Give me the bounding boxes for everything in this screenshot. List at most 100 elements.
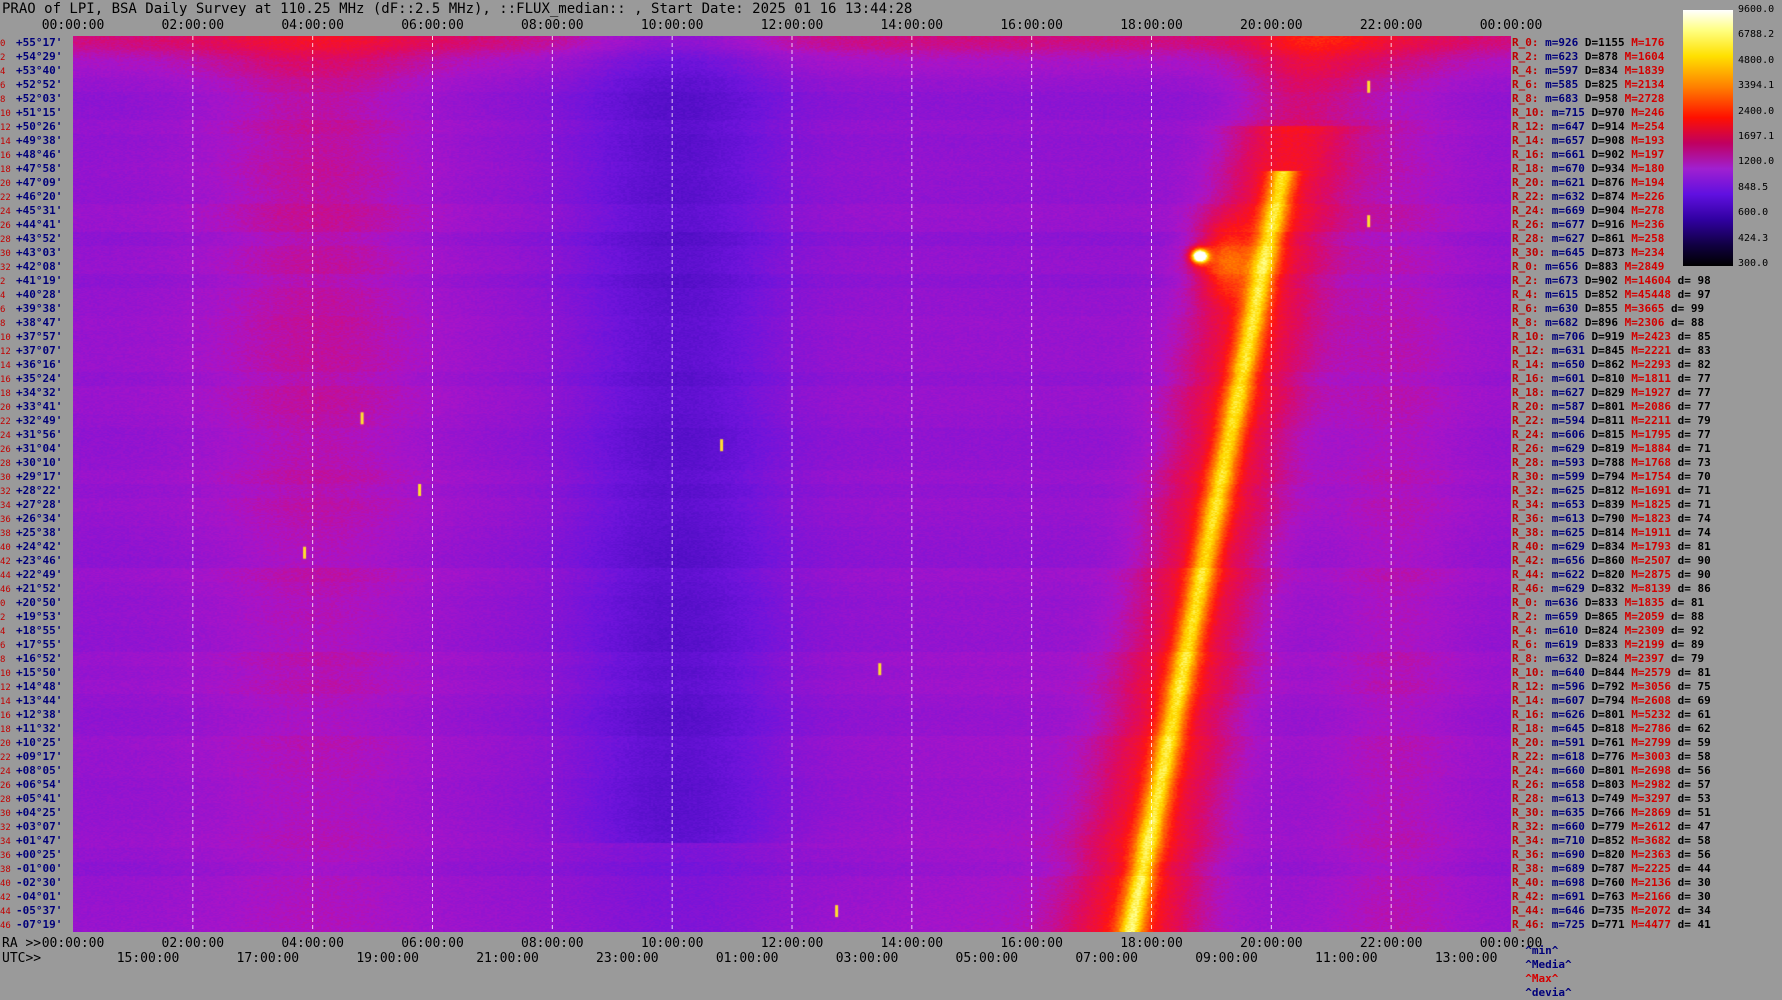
stats-max: M=2786 (1631, 722, 1671, 735)
stats-deviation: d= 99 (1671, 302, 1705, 315)
row-index: 20 (0, 403, 11, 413)
row-index: 42 (0, 893, 11, 903)
declination-row: 14 +36°16' (0, 358, 73, 372)
stats-deviation: d= 90 (1677, 568, 1711, 581)
stats-row: R_20: m=591 D=761 M=2799 d= 59 (1512, 736, 1717, 750)
declination-row: 26 +44°41' (0, 218, 73, 232)
stats-min: m=669 (1551, 204, 1585, 217)
stats-median: D=865 (1584, 610, 1618, 623)
row-declination: +31°04' (16, 442, 63, 455)
stats-median: D=787 (1591, 862, 1625, 875)
row-declination: +00°25' (16, 848, 63, 861)
stats-min: m=715 (1551, 106, 1585, 119)
stats-min: m=658 (1551, 778, 1585, 791)
stats-row: R_2: m=673 D=902 M=14604 d= 98 (1512, 274, 1717, 288)
stats-beam: R_16: (1512, 372, 1546, 385)
stats-beam: R_14: (1512, 358, 1546, 371)
declination-row: 10 +51°15' (0, 106, 73, 120)
stats-max: M=4477 (1631, 918, 1671, 931)
stats-median: D=825 (1584, 78, 1618, 91)
stats-median: D=760 (1591, 876, 1625, 889)
row-declination: +20°50' (16, 596, 63, 609)
stats-min: m=627 (1551, 232, 1585, 245)
stats-median: D=874 (1591, 190, 1625, 203)
row-declination: -02°30' (16, 876, 63, 889)
stats-max: M=2059 (1624, 610, 1665, 623)
row-index: 22 (0, 417, 11, 427)
row-declination: +37°07' (16, 344, 63, 357)
row-declination: +40°28' (16, 288, 63, 301)
stats-min: m=640 (1551, 666, 1585, 679)
stats-median: D=819 (1591, 442, 1625, 455)
row-declination: +03°07' (16, 820, 63, 833)
stats-deviation: d= 58 (1677, 750, 1711, 763)
stats-deviation: d= 81 (1671, 596, 1705, 609)
declination-row: 44 -05°37' (0, 904, 73, 918)
stats-min: m=689 (1551, 862, 1585, 875)
stats-min: m=619 (1545, 638, 1579, 651)
row-declination: +55°17' (16, 36, 63, 49)
utc-tick-label: 03:00:00 (835, 951, 899, 966)
stats-beam: R_10: (1512, 330, 1546, 343)
top-tick-label: 04:00:00 (281, 18, 344, 33)
row-declination: -01°00' (16, 862, 63, 875)
stats-min: m=623 (1545, 50, 1579, 63)
stats-min: m=599 (1551, 470, 1585, 483)
stats-row: R_18: m=670 D=934 M=180 (1512, 162, 1678, 176)
colorbar-tick: 1200.0 (1738, 156, 1775, 168)
row-index: 20 (0, 179, 11, 189)
declination-row: 4 +18°55' (0, 624, 73, 638)
declination-row: 18 +34°32' (0, 386, 73, 400)
stats-beam: R_42: (1512, 890, 1546, 903)
row-index: 12 (0, 347, 11, 357)
declination-row: 0 +20°50' (0, 596, 73, 610)
stats-max: M=254 (1631, 120, 1665, 133)
top-tick-label: 14:00:00 (880, 18, 944, 33)
row-index: 14 (0, 361, 11, 371)
row-index: 22 (0, 193, 11, 203)
stats-min: m=645 (1551, 722, 1585, 735)
top-tick-label: 06:00:00 (401, 18, 464, 33)
stats-row: R_14: m=607 D=794 M=2608 d= 69 (1512, 694, 1717, 708)
stats-row: R_4: m=610 D=824 M=2309 d= 92 (1512, 624, 1711, 638)
stats-beam: R_30: (1512, 470, 1546, 483)
declination-row: 18 +47°58' (0, 162, 73, 176)
declination-row: 26 +31°04' (0, 442, 73, 456)
stats-deviation: d= 69 (1677, 694, 1711, 707)
stats-max: M=278 (1631, 204, 1665, 217)
stats-median: D=814 (1591, 526, 1625, 539)
stats-deviation: d= 56 (1677, 848, 1711, 861)
colorbar-tick: 1697.1 (1738, 131, 1775, 142)
declination-row: 10 +37°57' (0, 330, 73, 344)
row-index: 4 (0, 291, 6, 301)
stats-median: D=904 (1591, 204, 1625, 217)
stats-max: M=3297 (1631, 792, 1671, 805)
stats-max: M=3665 (1624, 302, 1665, 315)
stats-beam: R_24: (1512, 204, 1546, 217)
stats-row: R_36: m=613 D=790 M=1823 d= 74 (1512, 512, 1717, 526)
row-declination: +11°32' (16, 722, 63, 735)
stats-min: m=625 (1551, 484, 1585, 497)
stats-median: D=855 (1584, 302, 1618, 315)
stats-max: M=2507 (1631, 554, 1671, 567)
stats-deviation: d= 85 (1677, 330, 1711, 343)
stats-deviation: d= 59 (1677, 736, 1711, 749)
declination-row: 4 +53°40' (0, 64, 73, 78)
row-declination: +43°03' (16, 246, 63, 259)
stats-median: D=815 (1591, 428, 1625, 441)
utc-tick-label: 05:00:00 (955, 951, 1019, 966)
stats-beam: R_18: (1512, 722, 1546, 735)
row-index: 28 (0, 459, 11, 469)
stats-row: R_42: m=656 D=860 M=2507 d= 90 (1512, 554, 1717, 568)
ra-tick-label: 16:00:00 (1000, 936, 1063, 951)
stats-max: M=2799 (1631, 736, 1671, 749)
stats-beam: R_8: (1512, 316, 1539, 329)
colorbar-tick: 2400.0 (1738, 105, 1775, 117)
row-index: 32 (0, 263, 11, 273)
row-index: 16 (0, 375, 11, 385)
stats-max: M=2579 (1631, 666, 1671, 679)
stats-min: m=622 (1551, 568, 1585, 581)
stats-min: m=673 (1545, 274, 1579, 287)
stats-max: M=8139 (1631, 582, 1671, 595)
row-declination: +10°25' (16, 736, 63, 749)
